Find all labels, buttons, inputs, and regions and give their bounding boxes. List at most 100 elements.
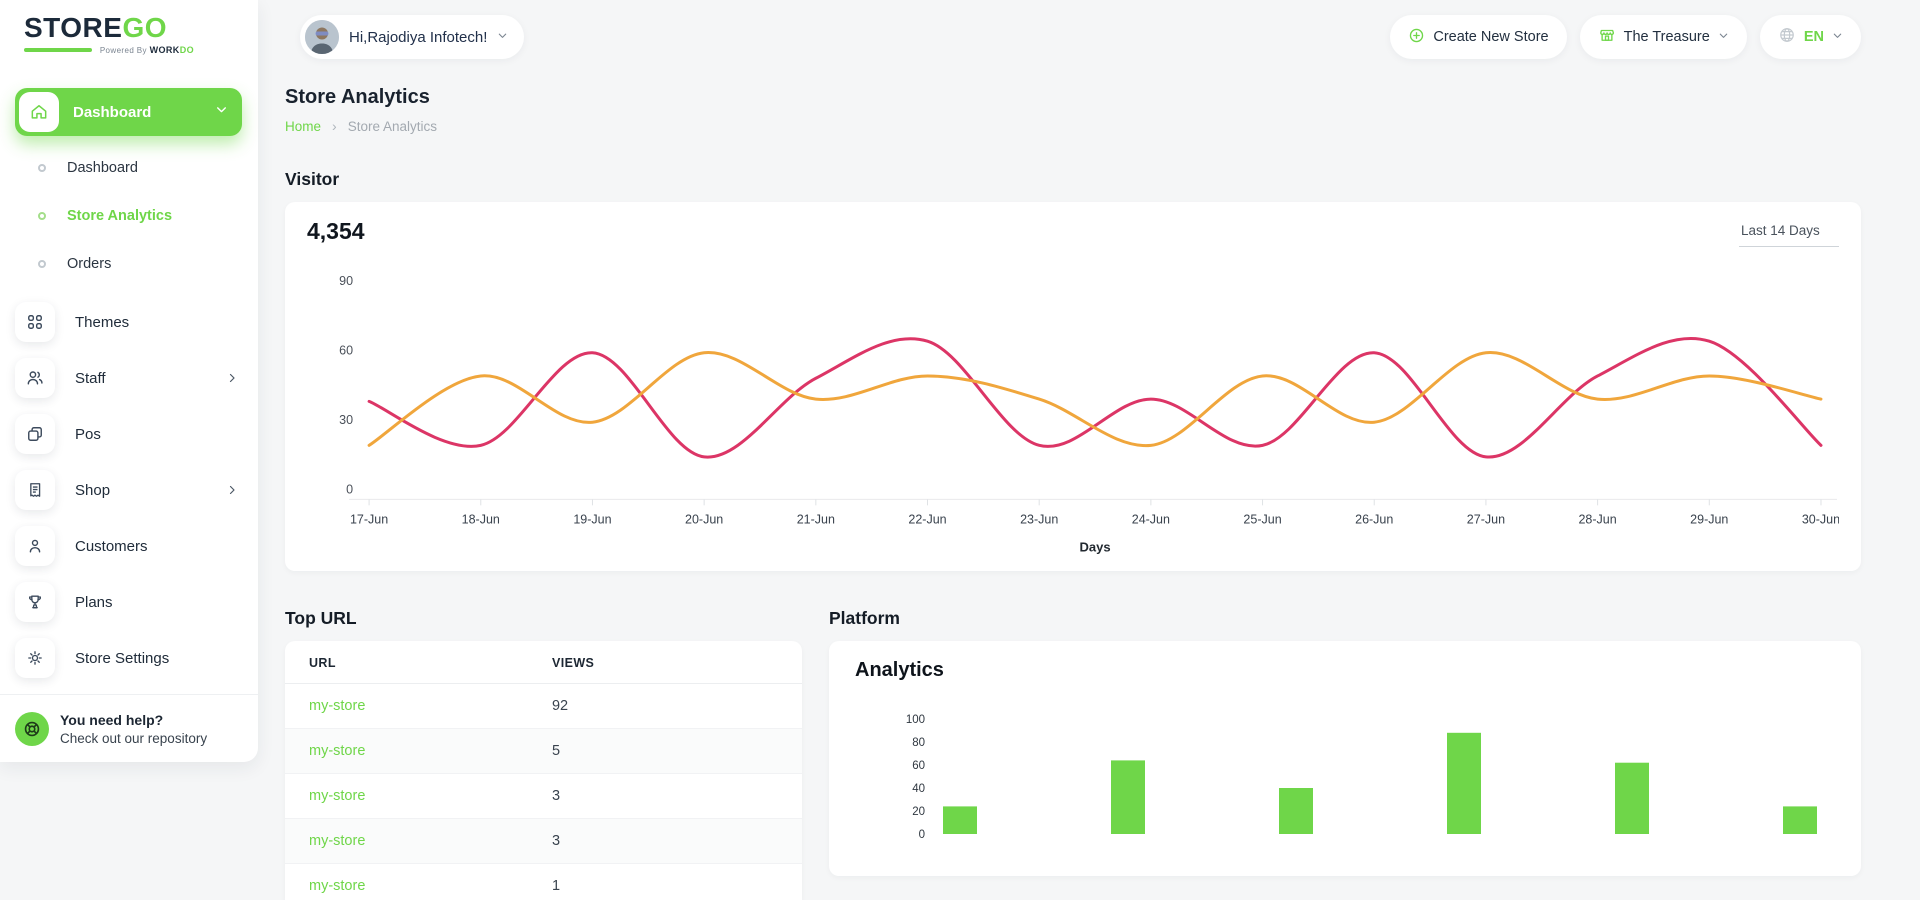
col-header-views: VIEWS — [528, 641, 802, 684]
svg-text:0: 0 — [346, 482, 353, 496]
table-row: my-store 3 — [285, 774, 802, 819]
sidebar-item-plans[interactable]: Plans — [0, 574, 258, 630]
url-link[interactable]: my-store — [309, 788, 365, 804]
storefront-icon — [1598, 26, 1616, 48]
svg-text:21-Jun: 21-Jun — [797, 512, 835, 526]
table-row: my-store 5 — [285, 729, 802, 774]
svg-text:29-Jun: 29-Jun — [1690, 512, 1728, 526]
logo-tagline: Powered By WORKDO — [24, 45, 194, 55]
greeting-text: Hi,Rajodiya Infotech! — [349, 29, 487, 46]
sidebar-item-staff[interactable]: Staff — [0, 350, 258, 406]
svg-text:80: 80 — [912, 737, 925, 749]
svg-text:60: 60 — [339, 343, 353, 357]
logo-text: STOREGO — [24, 13, 258, 42]
breadcrumb-separator: › — [332, 118, 337, 134]
svg-text:25-Jun: 25-Jun — [1243, 512, 1281, 526]
sidebar: STOREGO Powered By WORKDO Dashboard Dash… — [0, 0, 258, 762]
breadcrumb-current: Store Analytics — [348, 119, 437, 134]
chevron-down-icon — [215, 103, 228, 121]
url-link[interactable]: my-store — [309, 878, 365, 894]
sidebar-sub-list: Dashboard Store Analytics Orders — [0, 144, 258, 288]
help-subtitle: Check out our repository — [60, 731, 207, 746]
create-new-store-button[interactable]: Create New Store — [1390, 15, 1566, 59]
svg-text:90: 90 — [339, 274, 353, 288]
views-value: 1 — [552, 878, 560, 894]
language-selector[interactable]: EN — [1760, 15, 1861, 59]
help-title: You need help? — [60, 712, 207, 728]
logo-underline — [24, 48, 92, 52]
topbar: Hi,Rajodiya Infotech! Create New Store T… — [258, 0, 1920, 70]
table-row: my-store 92 — [285, 684, 802, 729]
sidebar-item-pos[interactable]: Pos — [0, 406, 258, 462]
svg-text:40: 40 — [912, 783, 925, 795]
globe-icon — [1778, 26, 1796, 48]
col-header-url: URL — [285, 641, 528, 684]
sidebar-item-dashboard[interactable]: Dashboard — [0, 144, 258, 192]
platform-card: Analytics 020406080100 — [829, 641, 1861, 876]
life-buoy-icon — [15, 712, 49, 746]
breadcrumb: Home › Store Analytics — [285, 118, 1861, 134]
sidebar-item-themes[interactable]: Themes — [0, 294, 258, 350]
chevron-down-icon — [497, 28, 508, 46]
svg-text:26-Jun: 26-Jun — [1355, 512, 1393, 526]
sidebar-item-orders[interactable]: Orders — [0, 240, 258, 288]
table-row: my-store 3 — [285, 819, 802, 864]
bullet-icon — [38, 260, 46, 268]
sidebar-nav-list: Themes Staff Pos — [0, 294, 258, 686]
main-content: Store Analytics Home › Store Analytics V… — [258, 70, 1920, 900]
sidebar-item-customers[interactable]: Customers — [0, 518, 258, 574]
grid-icon — [15, 302, 55, 342]
logo[interactable]: STOREGO Powered By WORKDO — [0, 0, 258, 74]
platform-bar-chart: 020406080100 — [855, 686, 1835, 862]
svg-text:17-Jun: 17-Jun — [350, 512, 388, 526]
url-link[interactable]: my-store — [309, 698, 365, 714]
home-icon — [19, 92, 59, 132]
chevron-right-icon — [226, 372, 238, 384]
breadcrumb-home-link[interactable]: Home — [285, 119, 321, 134]
svg-text:22-Jun: 22-Jun — [908, 512, 946, 526]
svg-text:18-Jun: 18-Jun — [462, 512, 500, 526]
svg-text:60: 60 — [912, 760, 925, 772]
visitor-card: 4,354 Last 14 Days 0 30 60 90 17-Jun 18-Jun 19… — [285, 202, 1861, 571]
gear-icon — [15, 638, 55, 678]
chevron-down-icon — [1718, 29, 1729, 45]
visitor-total: 4,354 — [307, 218, 365, 245]
table-row: my-store 1 — [285, 864, 802, 900]
svg-text:30: 30 — [339, 413, 353, 427]
sidebar-group-label: Dashboard — [73, 104, 215, 121]
sidebar-item-store-analytics[interactable]: Store Analytics — [0, 192, 258, 240]
sidebar-group-dashboard[interactable]: Dashboard — [15, 88, 242, 136]
svg-text:23-Jun: 23-Jun — [1020, 512, 1058, 526]
plus-circle-icon — [1408, 27, 1425, 48]
views-value: 5 — [552, 743, 560, 759]
platform-heading: Platform — [829, 608, 1861, 629]
svg-text:20-Jun: 20-Jun — [685, 512, 723, 526]
sidebar-item-store-settings[interactable]: Store Settings — [0, 630, 258, 686]
url-link[interactable]: my-store — [309, 743, 365, 759]
svg-text:19-Jun: 19-Jun — [573, 512, 611, 526]
user-menu[interactable]: Hi,Rajodiya Infotech! — [300, 15, 524, 59]
svg-text:24-Jun: 24-Jun — [1132, 512, 1170, 526]
url-link[interactable]: my-store — [309, 833, 365, 849]
trophy-icon — [15, 582, 55, 622]
bullet-icon — [38, 212, 46, 220]
top-url-card: URL VIEWS my-store 92 my-store 5 — [285, 641, 802, 900]
user-icon — [15, 526, 55, 566]
svg-text:100: 100 — [906, 714, 925, 726]
views-value: 3 — [552, 788, 560, 804]
date-range-select[interactable]: Last 14 Days — [1739, 220, 1839, 247]
chevron-right-icon — [226, 484, 238, 496]
svg-text:Days: Days — [1079, 539, 1110, 554]
svg-text:0: 0 — [919, 829, 925, 841]
top-url-table: URL VIEWS my-store 92 my-store 5 — [285, 641, 802, 900]
svg-text:27-Jun: 27-Jun — [1467, 512, 1505, 526]
avatar — [305, 20, 339, 54]
users-icon — [15, 358, 55, 398]
sidebar-item-shop[interactable]: Shop — [0, 462, 258, 518]
store-selector[interactable]: The Treasure — [1580, 15, 1747, 59]
receipt-icon — [15, 470, 55, 510]
svg-text:30-Jun: 30-Jun — [1802, 512, 1839, 526]
visitor-line-chart: 0 30 60 90 17-Jun 18-Jun 19-Jun 20-Jun 21-Jun 22-… — [307, 251, 1839, 563]
copy-icon — [15, 414, 55, 454]
help-box[interactable]: You need help? Check out our repository — [0, 694, 258, 762]
